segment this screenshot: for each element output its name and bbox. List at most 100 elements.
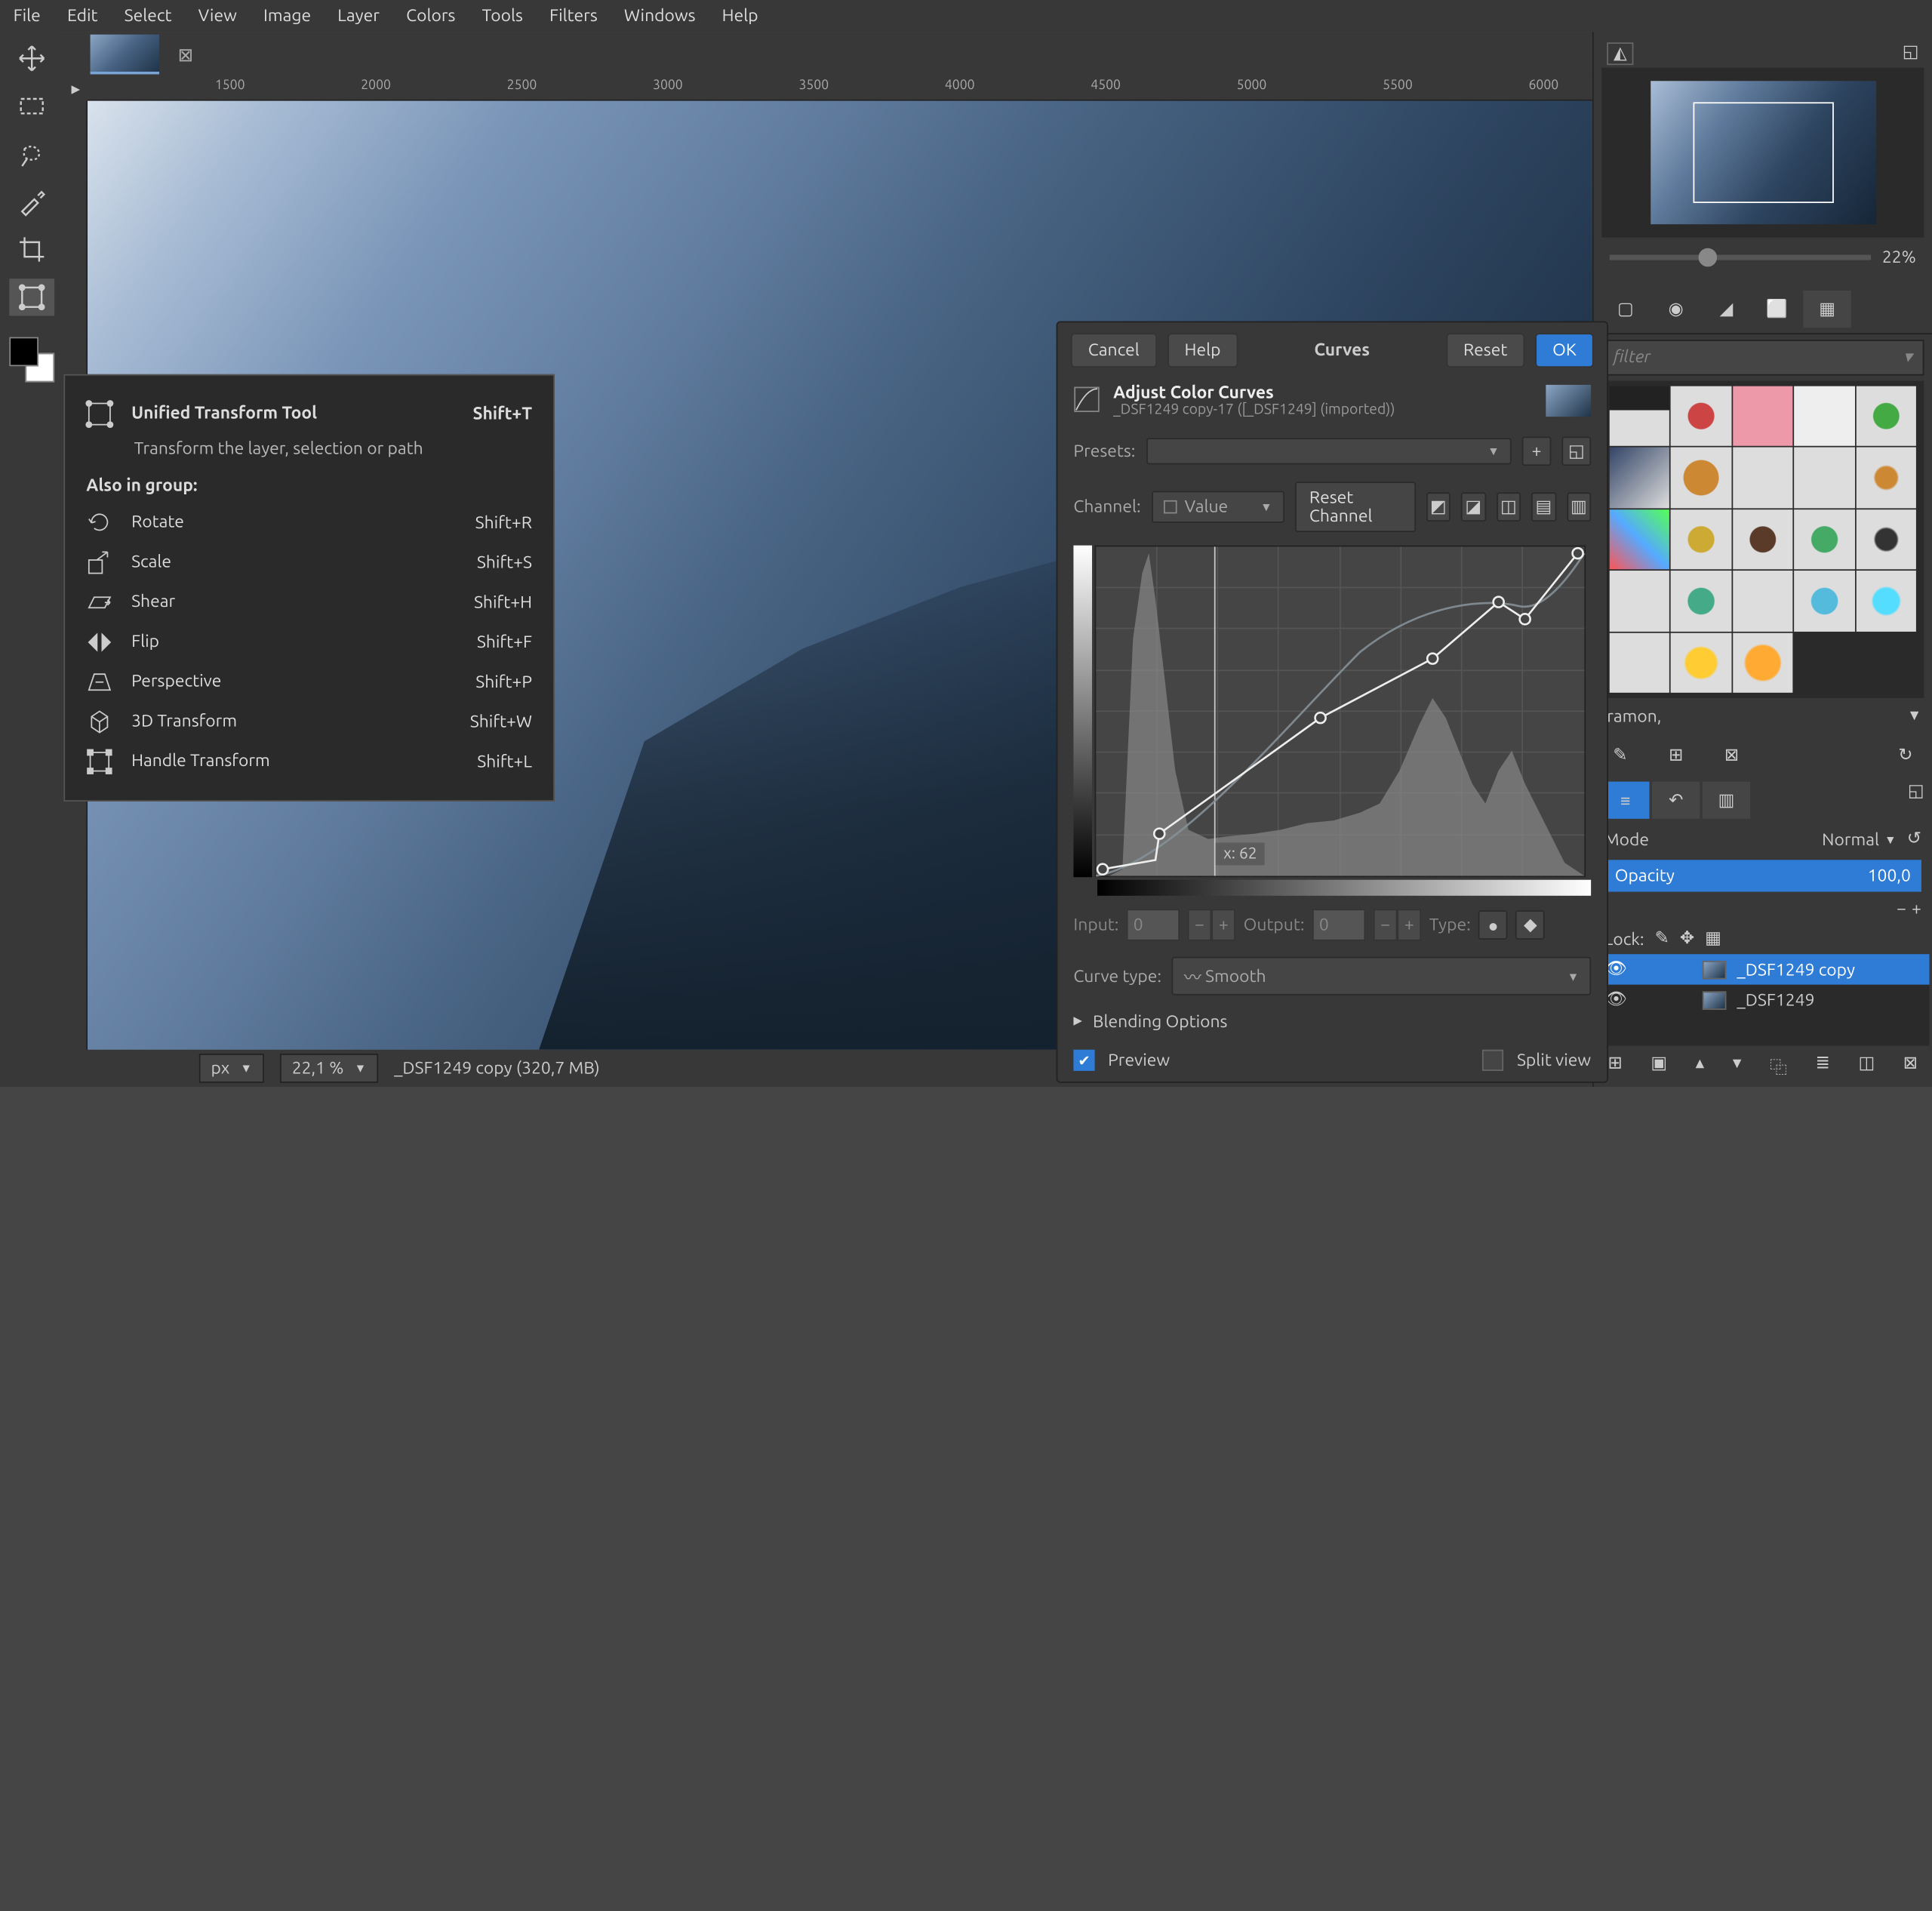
brush-item[interactable] <box>1671 509 1731 570</box>
menu-layer[interactable]: Layer <box>325 2 393 31</box>
brush-item[interactable] <box>1671 632 1731 693</box>
reset-channel-button[interactable]: Reset Channel <box>1295 482 1416 532</box>
output-inc[interactable]: + <box>1398 909 1422 940</box>
curve-mode2-icon[interactable]: ◪ <box>1461 492 1485 522</box>
brush-item[interactable] <box>1671 571 1731 631</box>
input-inc[interactable]: + <box>1211 909 1235 940</box>
curve-type-dropdown[interactable]: 〰 Smooth▼ <box>1172 957 1591 996</box>
layer-name[interactable]: _DSF1249 copy <box>1737 960 1855 979</box>
lock-pixels-icon[interactable]: ✎ <box>1655 929 1669 949</box>
channel-dropdown[interactable]: Value▼ <box>1152 491 1284 523</box>
free-select-tool[interactable] <box>9 135 54 172</box>
curves-graph[interactable]: x: 62 <box>1095 546 1586 878</box>
curve-mode3-icon[interactable]: ◫ <box>1497 492 1521 522</box>
opacity-inc-icon[interactable]: + <box>1912 900 1921 919</box>
menu-edit[interactable]: Edit <box>54 2 111 31</box>
menu-windows[interactable]: Windows <box>611 2 709 31</box>
layer-item[interactable]: 👁 _DSF1249 copy <box>1596 954 1929 984</box>
brush-item[interactable] <box>1795 448 1855 508</box>
layer-item[interactable]: 👁 _DSF1249 <box>1596 985 1929 1015</box>
menu-help[interactable]: Help <box>709 2 771 31</box>
input-field[interactable]: 0 <box>1127 909 1180 940</box>
pointer-tab-icon[interactable]: ⬜ <box>1753 291 1801 328</box>
preset-menu-button[interactable]: ◱ <box>1561 436 1591 466</box>
brush-filter-input[interactable]: filter▾ <box>1601 340 1924 375</box>
zoom-dropdown[interactable]: 22,1 %▼ <box>280 1054 378 1083</box>
help-button[interactable]: Help <box>1168 333 1238 368</box>
channels-tab-icon[interactable]: ↶ <box>1652 782 1700 819</box>
brush-item[interactable] <box>1671 386 1731 447</box>
brush-refresh-icon[interactable]: ↻ <box>1890 739 1921 771</box>
menu-colors[interactable]: Colors <box>393 2 469 31</box>
output-dec[interactable]: − <box>1374 909 1398 940</box>
brush-new-icon[interactable]: ⊞ <box>1660 739 1692 771</box>
brush-item[interactable] <box>1733 571 1793 631</box>
brush-item[interactable] <box>1733 448 1793 508</box>
brush-item[interactable] <box>1733 509 1793 570</box>
brush-item[interactable] <box>1795 386 1855 447</box>
layer-duplicate-icon[interactable]: ⿻ <box>1770 1054 1787 1079</box>
brush-item[interactable] <box>1610 632 1670 693</box>
blending-expand-icon[interactable]: ▸ <box>1073 1011 1081 1031</box>
ruler-origin[interactable]: ▸ <box>63 77 88 101</box>
brush-item[interactable] <box>1733 632 1793 693</box>
move-tool[interactable] <box>9 40 54 77</box>
layers-collapse-icon[interactable]: ◱ <box>1908 782 1924 819</box>
brush-item[interactable] <box>1610 448 1670 508</box>
brush-item[interactable] <box>1856 386 1916 447</box>
presets-dropdown[interactable]: ▼ <box>1146 438 1511 464</box>
brush-item[interactable] <box>1856 571 1916 631</box>
navigation-preview[interactable] <box>1601 68 1924 238</box>
menu-image[interactable]: Image <box>250 2 324 31</box>
brush-name-expand-icon[interactable]: ▾ <box>1910 706 1918 725</box>
split-checkbox[interactable] <box>1482 1050 1503 1071</box>
curve-mode1-icon[interactable]: ◩ <box>1426 492 1450 522</box>
menu-file[interactable]: File <box>0 2 54 31</box>
histogram-tab-icon[interactable]: ◢ <box>1703 291 1750 328</box>
layer-delete-icon[interactable]: ⊠ <box>1903 1054 1918 1079</box>
mode-reset-icon[interactable]: ↺ <box>1907 829 1921 849</box>
opacity-slider[interactable]: Opacity 100,0 <box>1604 860 1921 891</box>
layer-mask-icon[interactable]: ◫ <box>1858 1054 1875 1079</box>
brush-item[interactable] <box>1733 386 1793 447</box>
brush-item[interactable] <box>1610 386 1670 447</box>
menu-tools[interactable]: Tools <box>469 2 536 31</box>
fg-color-swatch[interactable] <box>9 337 38 367</box>
reset-button[interactable]: Reset <box>1446 333 1524 368</box>
brush-item[interactable] <box>1610 509 1670 570</box>
image-tab[interactable] <box>91 35 159 75</box>
brush-item[interactable] <box>1856 448 1916 508</box>
layer-name[interactable]: _DSF1249 <box>1737 991 1815 1010</box>
layer-new-icon[interactable]: ⊞ <box>1607 1054 1622 1079</box>
point-type-smooth[interactable]: ● <box>1478 910 1508 940</box>
tool-options-icon[interactable]: ◉ <box>1652 291 1700 328</box>
blending-label[interactable]: Blending Options <box>1093 1012 1228 1031</box>
zoom-slider[interactable] <box>1610 255 1872 260</box>
brush-delete-icon[interactable]: ⊠ <box>1715 739 1747 771</box>
histogram-linear-icon[interactable]: ▤ <box>1531 492 1555 522</box>
color-picker-tool[interactable] <box>9 183 54 220</box>
preview-checkbox[interactable]: ✔ <box>1073 1050 1094 1071</box>
ok-button[interactable]: OK <box>1535 333 1593 368</box>
menu-select[interactable]: Select <box>111 2 185 31</box>
nav-collapse-icon[interactable]: ◱ <box>1903 42 1919 65</box>
lock-alpha-icon[interactable]: ▦ <box>1705 929 1721 949</box>
layer-merge-icon[interactable]: ≣ <box>1816 1054 1830 1079</box>
opacity-dec-icon[interactable]: − <box>1897 900 1906 919</box>
layers-tab-icon[interactable]: ≡ <box>1601 782 1649 819</box>
crop-tool[interactable] <box>9 231 54 268</box>
unit-dropdown[interactable]: px▼ <box>199 1054 264 1083</box>
layer-up-icon[interactable]: ▴ <box>1696 1054 1704 1079</box>
brush-item[interactable] <box>1856 509 1916 570</box>
brush-item[interactable] <box>1795 509 1855 570</box>
brushes-tab-icon[interactable]: ▦ <box>1803 291 1850 328</box>
device-status-icon[interactable]: ▢ <box>1601 291 1649 328</box>
color-swatches[interactable] <box>9 337 54 383</box>
input-dec[interactable]: − <box>1188 909 1212 940</box>
cancel-button[interactable]: Cancel <box>1071 333 1157 368</box>
brush-item[interactable] <box>1671 448 1731 508</box>
paths-tab-icon[interactable]: ▥ <box>1703 782 1750 819</box>
lock-position-icon[interactable]: ✥ <box>1680 929 1694 949</box>
layer-group-icon[interactable]: ▣ <box>1651 1054 1667 1079</box>
nav-arrow-icon[interactable]: ◭ <box>1607 42 1633 65</box>
